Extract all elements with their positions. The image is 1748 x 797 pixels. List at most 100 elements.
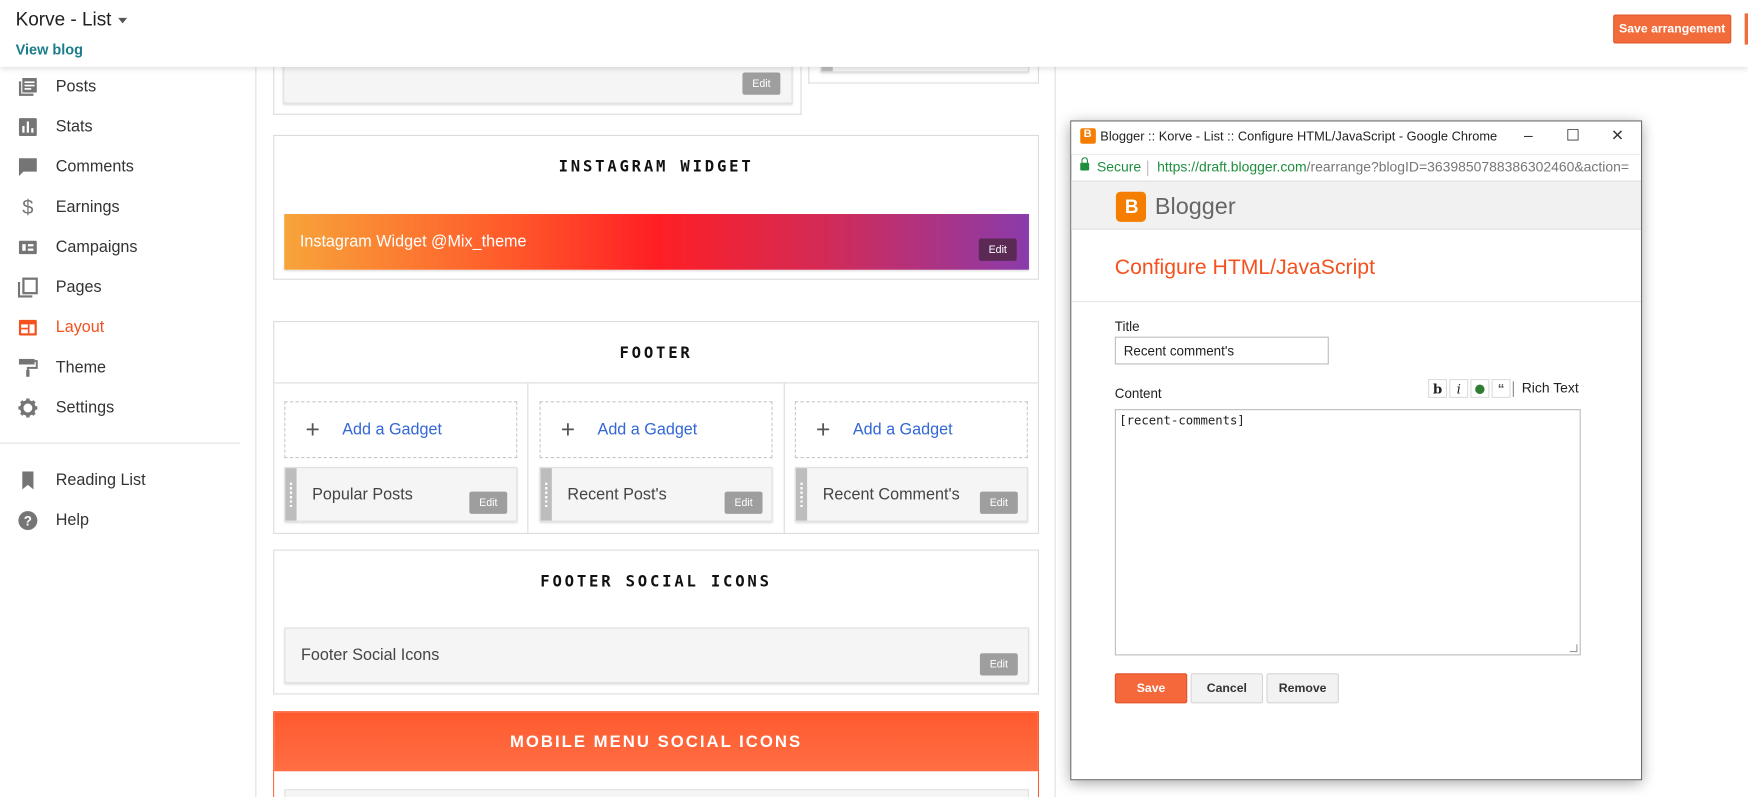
column-divider [527, 382, 529, 533]
plus-icon: + [816, 414, 831, 443]
dollar-icon: $ [22, 195, 34, 218]
sidebar-item-earnings[interactable]: $ Earnings [0, 191, 240, 224]
top-bar: Korve - List View blog Save arrangement [0, 0, 1748, 67]
configure-gadget-window: Blogger :: Korve - List :: Configure HTM… [1070, 120, 1643, 781]
rich-text-toggle[interactable]: Rich Text [1522, 380, 1579, 396]
instagram-widget-section: INSTAGRAM WIDGET Instagram Widget @Mix_t… [273, 134, 1039, 280]
gadget-partial[interactable] [284, 789, 1029, 797]
instagram-widget-gadget[interactable]: Instagram Widget @Mix_theme Edit [284, 214, 1029, 270]
sidebar-item-label: Earnings [55, 198, 120, 217]
layout-icon [18, 318, 38, 338]
bookmark-icon [18, 470, 38, 490]
edit-button[interactable]: Edit [979, 653, 1018, 676]
maximize-icon[interactable]: ☐ [1562, 126, 1584, 148]
sidebar-item-label: Settings [55, 399, 115, 417]
add-gadget-button[interactable]: + Add a Gadget [539, 401, 773, 459]
title-label: Title [1114, 318, 1140, 335]
bold-icon[interactable]: b [1428, 378, 1448, 398]
url-text: https://draft.blogger.com/rearrange?blog… [1157, 159, 1639, 175]
content-label: Content [1114, 385, 1162, 402]
blogger-layout-screen: Korve - List View blog Save arrangement … [0, 0, 1748, 797]
comments-icon [18, 157, 38, 177]
minimize-icon[interactable]: – [1517, 126, 1539, 148]
sidebar: Posts Stats Comments $ Earnings Campaign… [0, 67, 256, 797]
sidebar-item-pages[interactable]: Pages [0, 271, 240, 304]
gadget-label: Footer Social Icons [300, 646, 440, 665]
gadget-label: Recent Comment's [822, 485, 960, 504]
popular-posts-gadget[interactable]: Popular Posts Edit [284, 467, 518, 522]
italic-icon[interactable]: i [1449, 378, 1469, 398]
sidebar-item-help[interactable]: ? Help [0, 504, 240, 537]
sidebar-item-stats[interactable]: Stats [0, 110, 240, 143]
edit-button[interactable]: Edit [978, 238, 1017, 261]
mobile-menu-social-icons-section: MOBILE MENU SOCIAL ICONS [273, 711, 1039, 797]
sidebar-item-label: Posts [55, 78, 97, 96]
edit-button[interactable]: Edit [979, 491, 1018, 514]
sidebar-item-comments[interactable]: Comments [0, 150, 240, 183]
add-gadget-label: Add a Gadget [852, 420, 953, 439]
link-icon[interactable]: ● [1470, 378, 1490, 398]
add-gadget-button[interactable]: + Add a Gadget [284, 401, 518, 459]
blogger-logo-icon [1115, 191, 1147, 222]
sidebar-item-label: Stats [55, 118, 93, 136]
edit-button[interactable]: Edit [724, 491, 763, 514]
edit-button[interactable]: Edit [469, 491, 508, 514]
drag-handle[interactable] [540, 468, 552, 521]
offscreen-button-edge [1744, 13, 1748, 45]
view-blog-link[interactable]: View blog [16, 41, 83, 58]
window-titlebar[interactable]: Blogger :: Korve - List :: Configure HTM… [1071, 121, 1641, 154]
sidebar-item-layout[interactable]: Layout [0, 311, 240, 344]
caret-down-icon [118, 17, 128, 24]
section-title: FOOTER SOCIAL ICONS [540, 572, 772, 591]
quote-icon[interactable]: “ [1491, 378, 1511, 398]
recent-posts-gadget[interactable]: Recent Post's Edit [539, 467, 773, 522]
sidebar-item-posts[interactable]: Posts [0, 70, 240, 103]
canvas-border [1054, 66, 1056, 797]
drag-handle[interactable] [285, 468, 297, 521]
save-arrangement-button[interactable]: Save arrangement [1613, 14, 1732, 44]
sidebar-item-campaigns[interactable]: Campaigns [0, 231, 240, 264]
paint-roller-icon [18, 358, 38, 378]
sidebar-item-label: Layout [55, 318, 105, 337]
secure-label: Secure [1096, 159, 1142, 176]
drag-handle[interactable] [795, 468, 808, 521]
lock-icon [1080, 157, 1090, 171]
cancel-button[interactable]: Cancel [1190, 673, 1264, 704]
close-icon[interactable]: ✕ [1606, 126, 1628, 148]
sidebar-item-reading-list[interactable]: Reading List [0, 464, 240, 497]
sidebar-item-label: Theme [55, 358, 107, 377]
canvas-border [255, 66, 257, 797]
toolbar-separator [1512, 381, 1514, 397]
recent-comments-gadget[interactable]: Recent Comment's Edit [794, 467, 1028, 522]
section-divider [274, 382, 1038, 384]
address-bar[interactable]: Secure https://draft.blogger.com/rearran… [1071, 153, 1641, 181]
content-textarea[interactable]: [recent-comments] [1114, 409, 1581, 656]
footer-social-icons-gadget[interactable]: Footer Social Icons Edit [284, 627, 1029, 684]
campaigns-icon [18, 237, 38, 257]
divider [1071, 300, 1641, 303]
save-button[interactable]: Save [1114, 673, 1188, 704]
sidebar-item-label: Reading List [55, 471, 146, 490]
edit-button[interactable]: Edit [742, 72, 781, 95]
sidebar-item-settings[interactable]: Settings [0, 391, 240, 424]
footer-social-icons-section: FOOTER SOCIAL ICONS Footer Social Icons … [273, 549, 1039, 695]
blog-selector[interactable]: Korve - List [15, 8, 128, 31]
sidebar-item-theme[interactable]: Theme [0, 351, 240, 384]
section-title: FOOTER [619, 344, 693, 363]
url-host: https://draft.blogger.com [1157, 159, 1307, 176]
address-separator [1147, 160, 1149, 177]
formatting-toolbar: b i ● “ [1428, 378, 1511, 398]
add-gadget-button[interactable]: + Add a Gadget [794, 401, 1028, 459]
blog-title: Korve - List [15, 8, 112, 31]
add-gadget-label: Add a Gadget [342, 420, 443, 439]
posts-icon [18, 77, 38, 97]
remove-button[interactable]: Remove [1266, 673, 1339, 704]
pages-icon [17, 277, 38, 298]
gadget-label: Instagram Widget @Mix_theme [299, 232, 527, 251]
gadget-label: Recent Post's [567, 485, 667, 504]
sidebar-item-label: Comments [55, 158, 134, 177]
help-icon: ? [18, 511, 38, 531]
title-field[interactable]: Recent comment's [1114, 336, 1329, 365]
gear-icon [18, 398, 38, 418]
sidebar-divider [0, 442, 240, 444]
